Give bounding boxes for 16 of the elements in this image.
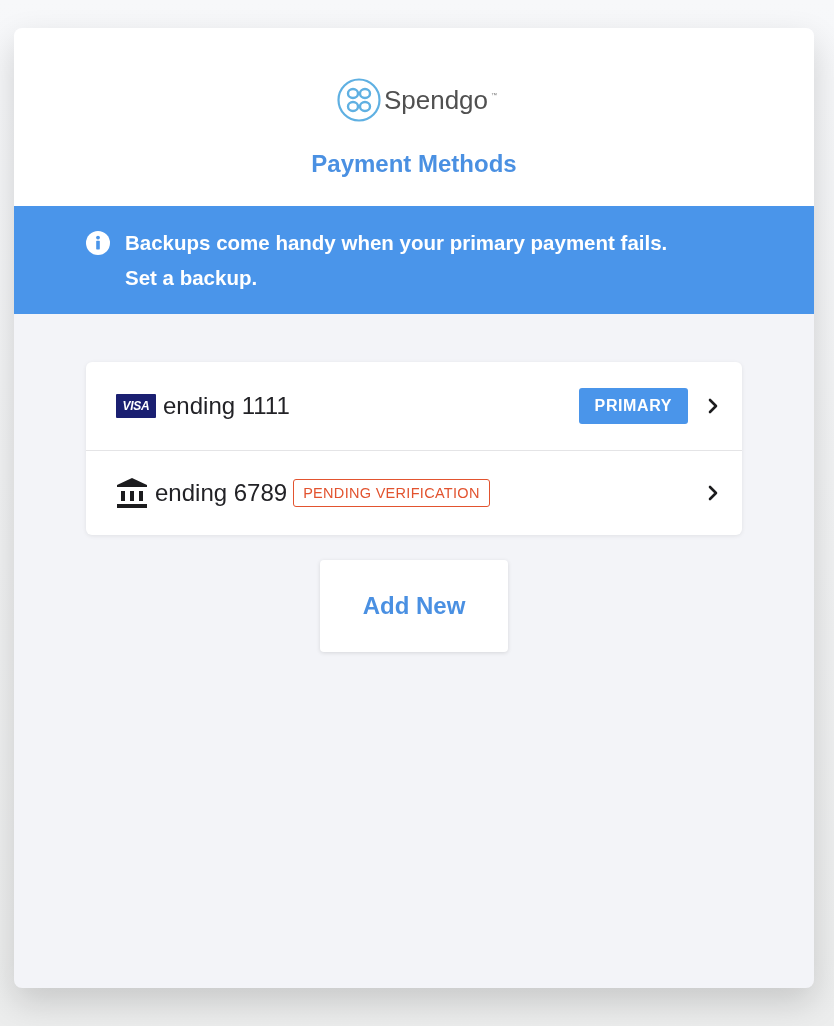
logo-icon [336,78,381,122]
account-ending-text: ending 6789 [155,479,288,507]
chevron-right-icon [708,485,718,501]
payment-method-row[interactable]: ending 6789 PENDING VERIFICATION [86,451,742,535]
account-ending-text: ending 1111 [163,392,290,420]
page-title: Payment Methods [311,149,517,179]
banner-text: Set a backup. [125,265,259,291]
info-icon [86,231,110,255]
card-brand-logo: VISA [116,394,156,418]
status-badge: PENDING VERIFICATION [293,479,490,507]
payment-method-row[interactable]: VISA ending 1111 PRIMARY [86,362,742,451]
logo-wordmark: Spendgo [383,85,489,115]
chevron-right-icon [708,398,718,414]
banner-text: Backups come handy when your primary payment fails. [125,230,668,256]
bank-icon [117,478,147,508]
status-badge: PRIMARY [578,388,688,424]
